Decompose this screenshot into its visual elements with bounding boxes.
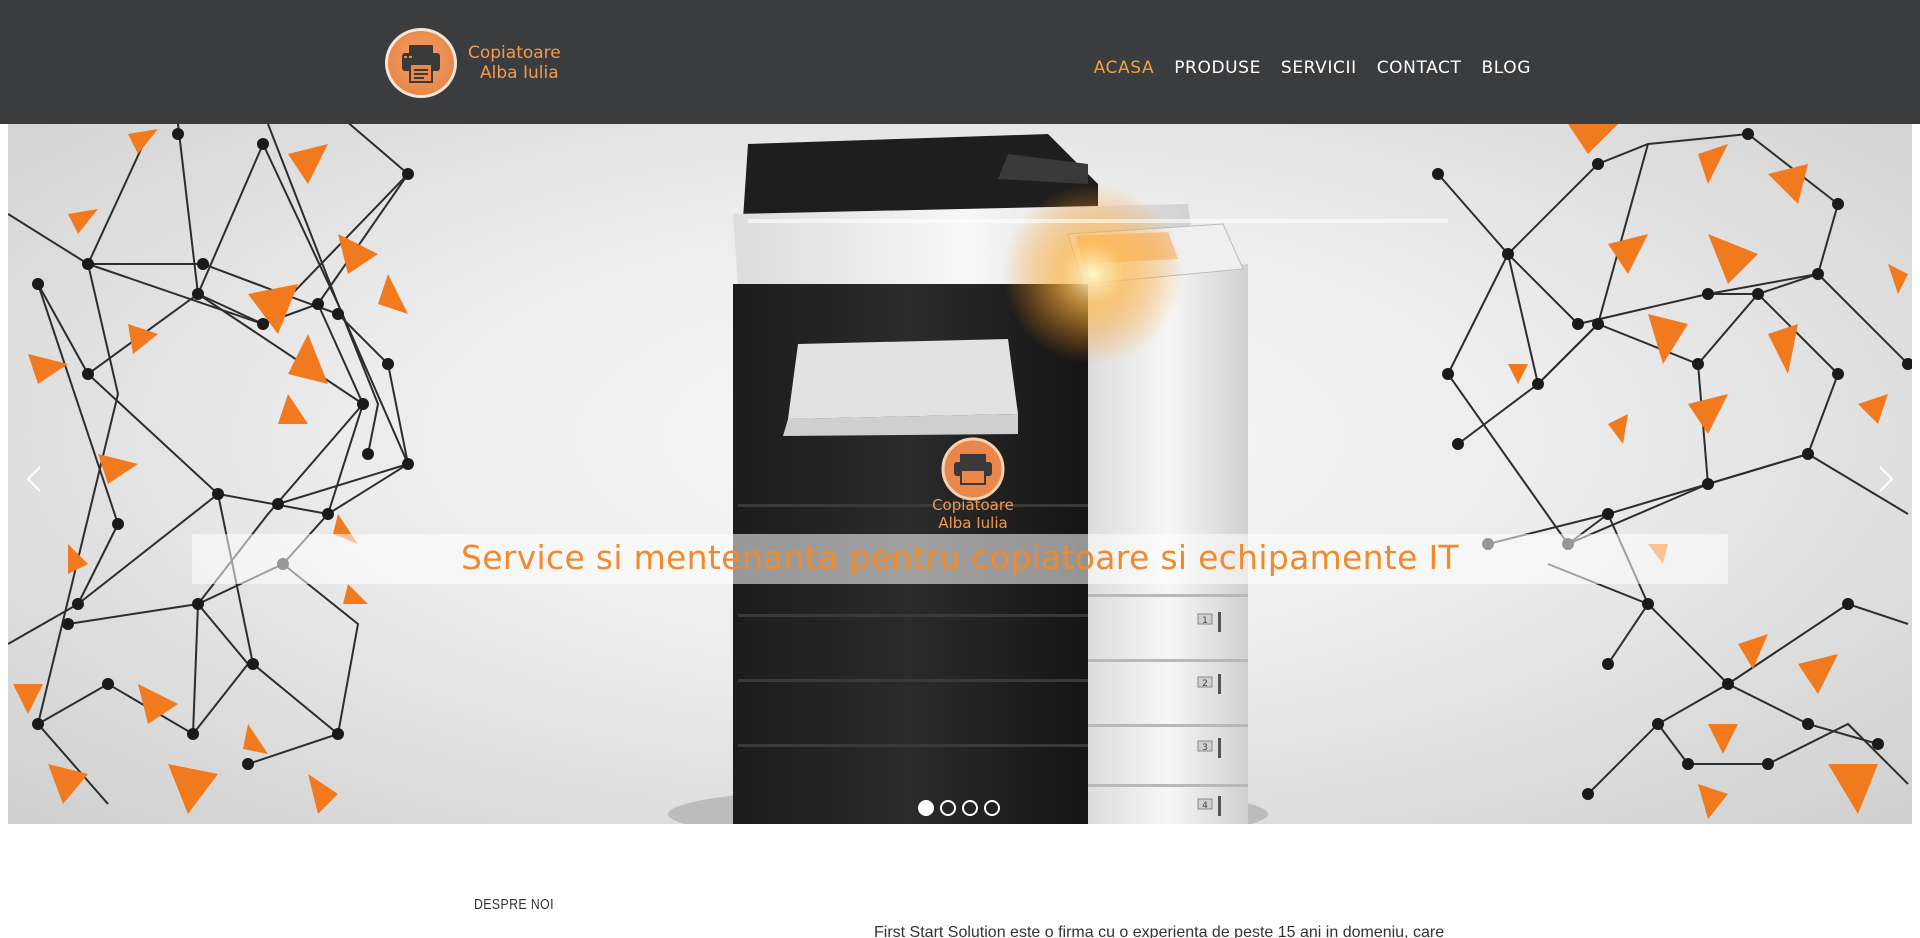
- slider-dot-1[interactable]: [918, 800, 934, 816]
- slide-caption: Service si mentenanta pentru copiatoare …: [461, 538, 1459, 577]
- tray-number-2: 2: [1202, 679, 1208, 689]
- slider-pagination: [918, 800, 1000, 816]
- chevron-right-icon: [1879, 466, 1894, 492]
- chevron-left-icon: [26, 466, 41, 492]
- network-left: [8, 124, 410, 805]
- product-logo-line2: Alba Iulia: [938, 514, 1007, 532]
- network-right: [1437, 132, 1909, 795]
- logo-line1: Copiatoare: [468, 43, 561, 63]
- slider-dot-4[interactable]: [984, 800, 1000, 816]
- network-right-nodes: [1432, 128, 1912, 800]
- hero-slider: Copiatoare Alba Iulia 1 2 3 4 Service si…: [8, 124, 1912, 824]
- tray-number-3: 3: [1202, 743, 1208, 753]
- tray-number-4: 4: [1202, 801, 1208, 811]
- slider-next-button[interactable]: [1866, 454, 1906, 504]
- about-section-label: DESPRE NOI: [474, 896, 554, 913]
- network-left-nodes: [32, 128, 414, 770]
- logo-text: Copiatoare Alba Iulia: [468, 43, 561, 83]
- slider-dot-3[interactable]: [962, 800, 978, 816]
- nav-item-produse[interactable]: PRODUSE: [1164, 54, 1271, 82]
- nav-item-blog[interactable]: BLOG: [1472, 54, 1541, 82]
- network-right-triangles: [1508, 124, 1908, 819]
- site-logo[interactable]: Copiatoare Alba Iulia: [385, 28, 561, 98]
- nav-item-servicii[interactable]: SERVICII: [1271, 54, 1367, 82]
- slider-dot-2[interactable]: [940, 800, 956, 816]
- site-header: Copiatoare Alba Iulia ACASA PRODUSE SERV…: [0, 0, 1920, 124]
- nav-item-contact[interactable]: CONTACT: [1367, 54, 1472, 82]
- main-nav: ACASA PRODUSE SERVICII CONTACT BLOG: [1084, 54, 1541, 82]
- about-paragraph: First Start Solution este o firma cu o e…: [874, 924, 1445, 938]
- slider-prev-button[interactable]: [14, 454, 54, 504]
- tray-number-1: 1: [1202, 616, 1208, 626]
- copier-image: [668, 134, 1448, 824]
- slide-image: Copiatoare Alba Iulia 1 2 3 4: [8, 124, 1912, 824]
- logo-line2: Alba Iulia: [480, 63, 559, 83]
- product-logo-line1: Copiatoare: [932, 496, 1014, 514]
- printer-icon: [385, 28, 457, 98]
- nav-item-acasa[interactable]: ACASA: [1084, 54, 1165, 82]
